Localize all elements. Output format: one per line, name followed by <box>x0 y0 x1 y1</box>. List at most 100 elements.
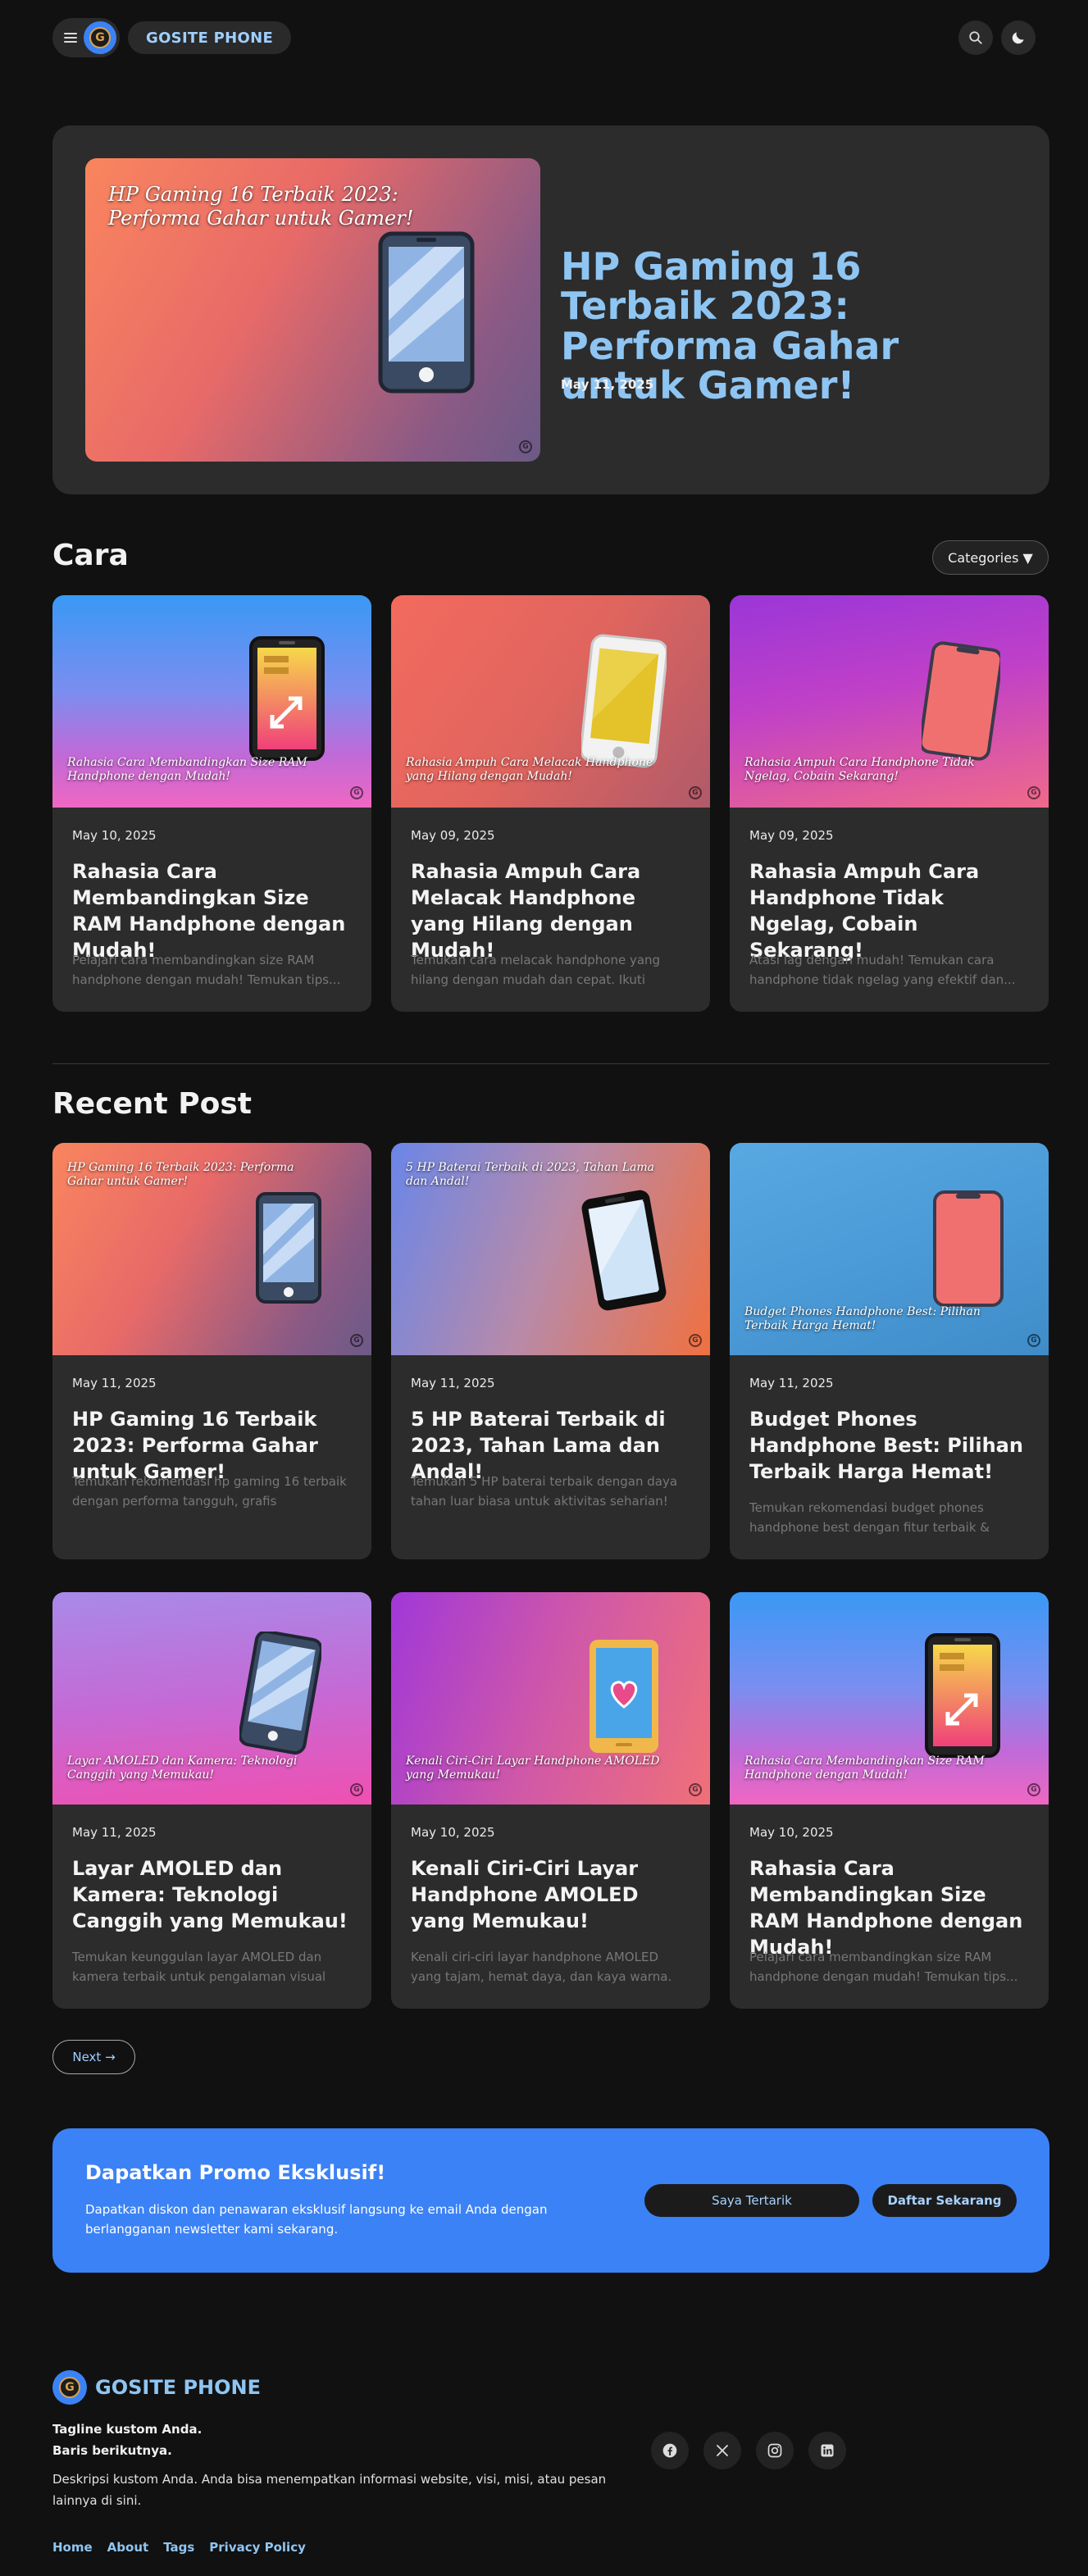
watermark-logo: G <box>519 440 532 453</box>
post-excerpt: Pelajari cara membandingkan size RAM han… <box>72 953 341 987</box>
post-excerpt: Atasi lag dengan mudah! Temukan cara han… <box>749 953 1016 987</box>
tagline-line-2: Baris berikutnya. <box>52 2443 172 2459</box>
phone-illustration <box>925 1633 1000 1758</box>
watermark-logo: G <box>689 1783 702 1796</box>
logo-letter: G <box>59 2377 80 2398</box>
post-date: May 10, 2025 <box>411 1825 495 1840</box>
facebook-link[interactable] <box>651 2432 689 2469</box>
post-date: May 11, 2025 <box>72 1825 157 1840</box>
brand-group: G GOSITE PHONE <box>52 18 292 57</box>
watermark-logo: G <box>350 1783 363 1796</box>
footer-site-name: GOSITE PHONE <box>95 2376 261 2399</box>
post-card[interactable]: Rahasia Ampuh Cara Handphone Tidak Ngela… <box>730 595 1049 1012</box>
post-thumbnail-caption: Layar AMOLED dan Kamera: Teknologi Cangg… <box>67 1755 298 1782</box>
post-card[interactable]: Rahasia Cara Membandingkan Size RAM Hand… <box>52 595 371 1012</box>
post-thumbnail[interactable]: Layar AMOLED dan Kamera: Teknologi Cangg… <box>52 1592 371 1805</box>
post-card[interactable]: Budget Phones Handphone Best: Pilihan Te… <box>730 1143 1049 1559</box>
footer-nav: Home About Tags Privacy Policy <box>52 2540 306 2555</box>
post-excerpt: Pelajari cara membandingkan size RAM han… <box>749 1950 1018 1984</box>
post-thumbnail-caption: Kenali Ciri-Ciri Layar Handphone AMOLED … <box>406 1755 660 1782</box>
menu-icon <box>64 33 77 43</box>
theme-toggle-button[interactable] <box>1001 20 1036 55</box>
post-card[interactable]: Kenali Ciri-Ciri Layar Handphone AMOLED … <box>391 1592 710 2009</box>
categories-dropdown[interactable]: Categories ▼ <box>932 540 1049 575</box>
post-thumbnail-caption: Budget Phones Handphone Best: Pilihan Te… <box>744 1305 981 1332</box>
footer-description: Deskripsi kustom Anda. Anda bisa menempa… <box>52 2472 607 2509</box>
hero-image[interactable]: HP Gaming 16 Terbaik 2023: Performa Gaha… <box>85 158 540 462</box>
post-title[interactable]: Rahasia Ampuh Cara Handphone Tidak Ngela… <box>749 859 1028 964</box>
footer-link-home[interactable]: Home <box>52 2540 93 2555</box>
section-title-cara: Cara <box>52 539 129 572</box>
x-link[interactable] <box>703 2432 741 2469</box>
phone-illustration <box>933 1190 1004 1307</box>
post-card[interactable]: HP Gaming 16 Terbaik 2023: Performa Gaha… <box>52 1143 371 1559</box>
signup-button[interactable]: Daftar Sekarang <box>872 2184 1017 2217</box>
post-date: May 10, 2025 <box>749 1825 834 1840</box>
hero-date: May 11, 2025 <box>561 377 654 392</box>
post-thumbnail[interactable]: HP Gaming 16 Terbaik 2023: Performa Gaha… <box>52 1143 371 1355</box>
watermark-logo: G <box>350 786 363 799</box>
watermark-logo: G <box>350 1334 363 1347</box>
post-thumbnail[interactable]: Rahasia Cara Membandingkan Size RAM Hand… <box>52 595 371 808</box>
phone-illustration <box>922 641 1000 761</box>
instagram-icon <box>767 2443 782 2458</box>
site-name-link[interactable]: GOSITE PHONE <box>128 21 292 54</box>
linkedin-icon <box>821 2444 834 2457</box>
post-thumbnail[interactable]: Rahasia Cara Membandingkan Size RAM Hand… <box>730 1592 1049 1805</box>
social-links <box>651 2432 846 2469</box>
post-card[interactable]: 5 HP Baterai Terbaik di 2023, Tahan Lama… <box>391 1143 710 1559</box>
post-title[interactable]: Budget Phones Handphone Best: Pilihan Te… <box>749 1407 1028 1486</box>
post-title[interactable]: Rahasia Cara Membandingkan Size RAM Hand… <box>749 1856 1028 1961</box>
interest-button[interactable]: Saya Tertarik <box>644 2184 859 2217</box>
site-header: G GOSITE PHONE <box>52 18 1036 57</box>
post-thumbnail[interactable]: 5 HP Baterai Terbaik di 2023, Tahan Lama… <box>391 1143 710 1355</box>
post-thumbnail[interactable]: Rahasia Ampuh Cara Melacak Handphone yan… <box>391 595 710 808</box>
post-thumbnail-caption: Rahasia Cara Membandingkan Size RAM Hand… <box>67 756 307 783</box>
promo-description: Dapatkan diskon dan penawaran eksklusif … <box>85 2202 548 2237</box>
footer-link-tags[interactable]: Tags <box>163 2540 194 2555</box>
phone-illustration <box>256 1192 321 1304</box>
search-button[interactable] <box>958 20 993 55</box>
post-date: May 09, 2025 <box>749 828 834 843</box>
post-thumbnail[interactable]: Budget Phones Handphone Best: Pilihan Te… <box>730 1143 1049 1355</box>
post-date: May 11, 2025 <box>749 1376 834 1390</box>
header-actions <box>958 20 1036 55</box>
post-thumbnail-caption: 5 HP Baterai Terbaik di 2023, Tahan Lama… <box>406 1161 655 1188</box>
watermark-logo: G <box>689 786 702 799</box>
post-title[interactable]: Kenali Ciri-Ciri Layar Handphone AMOLED … <box>411 1856 690 1935</box>
next-page-button[interactable]: Next → <box>52 2040 135 2074</box>
tagline-line-1: Tagline kustom Anda. <box>52 2422 203 2437</box>
footer-logo: G <box>52 2370 87 2405</box>
post-thumbnail-caption: HP Gaming 16 Terbaik 2023: Performa Gaha… <box>67 1161 294 1188</box>
facebook-icon <box>662 2443 677 2458</box>
post-excerpt: Temukan 5 HP baterai terbaik dengan daya… <box>411 1474 678 1509</box>
linkedin-link[interactable] <box>808 2432 846 2469</box>
post-excerpt: Kenali ciri-ciri layar handphone AMOLED … <box>411 1950 672 1984</box>
post-card[interactable]: Rahasia Ampuh Cara Melacak Handphone yan… <box>391 595 710 1012</box>
footer-brand[interactable]: G GOSITE PHONE <box>52 2370 261 2405</box>
footer-link-about[interactable]: About <box>107 2540 149 2555</box>
search-icon <box>969 31 982 44</box>
watermark-logo: G <box>1027 786 1040 799</box>
post-title[interactable]: Rahasia Cara Membandingkan Size RAM Hand… <box>72 859 351 964</box>
moon-icon <box>1012 32 1024 44</box>
post-title[interactable]: Layar AMOLED dan Kamera: Teknologi Cangg… <box>72 1856 351 1935</box>
post-date: May 09, 2025 <box>411 828 495 843</box>
hero-featured-post[interactable]: HP Gaming 16 Terbaik 2023: Performa Gaha… <box>52 125 1049 494</box>
post-title[interactable]: Rahasia Ampuh Cara Melacak Handphone yan… <box>411 859 690 964</box>
post-thumbnail[interactable]: Rahasia Ampuh Cara Handphone Tidak Ngela… <box>730 595 1049 808</box>
section-divider <box>52 1063 1049 1064</box>
footer-tagline: Tagline kustom Anda. Baris berikutnya. <box>52 2419 202 2462</box>
x-icon <box>717 2445 728 2456</box>
post-card[interactable]: Rahasia Cara Membandingkan Size RAM Hand… <box>730 1592 1049 2009</box>
post-thumbnail-caption: Rahasia Ampuh Cara Handphone Tidak Ngela… <box>744 756 975 783</box>
post-excerpt: Temukan cara melacak handphone yang hila… <box>411 953 661 987</box>
instagram-link[interactable] <box>756 2432 794 2469</box>
post-excerpt: Temukan keunggulan layar AMOLED dan kame… <box>72 1950 326 1984</box>
phone-illustration <box>581 1190 667 1311</box>
footer-link-privacy[interactable]: Privacy Policy <box>209 2540 306 2555</box>
post-card[interactable]: Layar AMOLED dan Kamera: Teknologi Cangg… <box>52 1592 371 2009</box>
menu-button[interactable]: G <box>52 18 120 57</box>
post-thumbnail[interactable]: Kenali Ciri-Ciri Layar Handphone AMOLED … <box>391 1592 710 1805</box>
site-logo[interactable]: G <box>84 21 116 54</box>
